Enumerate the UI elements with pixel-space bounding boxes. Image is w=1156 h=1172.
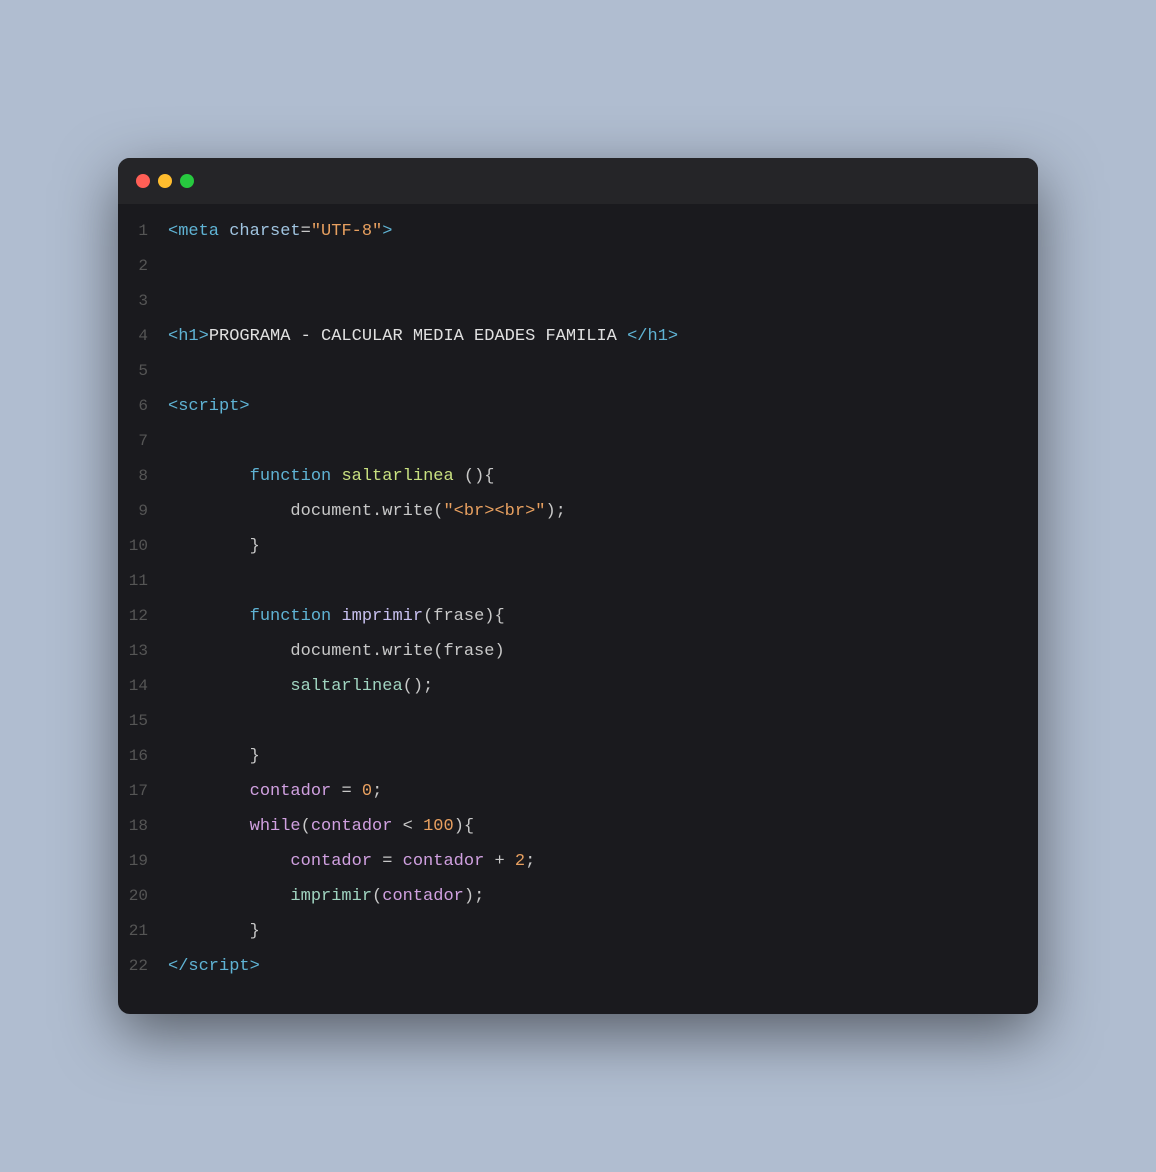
line-content: <meta charset="UTF-8"> bbox=[168, 217, 392, 247]
line-content: </script> bbox=[168, 952, 260, 982]
line-number: 9 bbox=[118, 496, 168, 526]
line-21: 21 } bbox=[118, 914, 1038, 949]
line-number: 22 bbox=[118, 951, 168, 981]
line-content: } bbox=[168, 742, 260, 772]
code-window: 1 <meta charset="UTF-8"> 2 3 4 <h1>PROGR… bbox=[118, 158, 1038, 1014]
line-number: 21 bbox=[118, 916, 168, 946]
line-content bbox=[168, 567, 178, 597]
line-14: 14 saltarlinea(); bbox=[118, 669, 1038, 704]
line-content: imprimir(contador); bbox=[168, 882, 484, 912]
line-3: 3 bbox=[118, 284, 1038, 319]
line-number: 16 bbox=[118, 741, 168, 771]
line-10: 10 } bbox=[118, 529, 1038, 564]
line-content: } bbox=[168, 917, 260, 947]
line-content: <script> bbox=[168, 392, 250, 422]
line-12: 12 function imprimir(frase){ bbox=[118, 599, 1038, 634]
line-13: 13 document.write(frase) bbox=[118, 634, 1038, 669]
line-number: 19 bbox=[118, 846, 168, 876]
line-content: <h1>PROGRAMA - CALCULAR MEDIA EDADES FAM… bbox=[168, 322, 678, 352]
line-content: while(contador < 100){ bbox=[168, 812, 474, 842]
line-number: 17 bbox=[118, 776, 168, 806]
line-content: function saltarlinea (){ bbox=[168, 462, 494, 492]
line-1: 1 <meta charset="UTF-8"> bbox=[118, 214, 1038, 249]
line-number: 4 bbox=[118, 321, 168, 351]
line-content bbox=[168, 707, 178, 737]
line-4: 4 <h1>PROGRAMA - CALCULAR MEDIA EDADES F… bbox=[118, 319, 1038, 354]
line-5: 5 bbox=[118, 354, 1038, 389]
line-content bbox=[168, 427, 178, 457]
line-17: 17 contador = 0; bbox=[118, 774, 1038, 809]
line-9: 9 document.write("<br><br>"); bbox=[118, 494, 1038, 529]
line-number: 14 bbox=[118, 671, 168, 701]
line-11: 11 bbox=[118, 564, 1038, 599]
line-number: 1 bbox=[118, 216, 168, 246]
line-number: 13 bbox=[118, 636, 168, 666]
line-7: 7 bbox=[118, 424, 1038, 459]
line-number: 12 bbox=[118, 601, 168, 631]
line-number: 3 bbox=[118, 286, 168, 316]
line-19: 19 contador = contador + 2; bbox=[118, 844, 1038, 879]
line-number: 5 bbox=[118, 356, 168, 386]
line-content: document.write("<br><br>"); bbox=[168, 497, 566, 527]
code-editor: 1 <meta charset="UTF-8"> 2 3 4 <h1>PROGR… bbox=[118, 204, 1038, 1014]
line-content: saltarlinea(); bbox=[168, 672, 433, 702]
line-number: 15 bbox=[118, 706, 168, 736]
line-15: 15 bbox=[118, 704, 1038, 739]
line-content bbox=[168, 252, 178, 282]
line-number: 18 bbox=[118, 811, 168, 841]
maximize-button[interactable] bbox=[180, 174, 194, 188]
line-18: 18 while(contador < 100){ bbox=[118, 809, 1038, 844]
line-content bbox=[168, 357, 178, 387]
line-content: document.write(frase) bbox=[168, 637, 505, 667]
minimize-button[interactable] bbox=[158, 174, 172, 188]
line-content: } bbox=[168, 532, 260, 562]
line-20: 20 imprimir(contador); bbox=[118, 879, 1038, 914]
line-number: 2 bbox=[118, 251, 168, 281]
line-16: 16 } bbox=[118, 739, 1038, 774]
line-number: 20 bbox=[118, 881, 168, 911]
line-content: contador = 0; bbox=[168, 777, 382, 807]
line-number: 10 bbox=[118, 531, 168, 561]
line-number: 11 bbox=[118, 566, 168, 596]
line-8: 8 function saltarlinea (){ bbox=[118, 459, 1038, 494]
line-number: 6 bbox=[118, 391, 168, 421]
line-6: 6 <script> bbox=[118, 389, 1038, 424]
close-button[interactable] bbox=[136, 174, 150, 188]
line-22: 22 </script> bbox=[118, 949, 1038, 984]
line-number: 7 bbox=[118, 426, 168, 456]
line-number: 8 bbox=[118, 461, 168, 491]
line-2: 2 bbox=[118, 249, 1038, 284]
line-content: contador = contador + 2; bbox=[168, 847, 535, 877]
titlebar bbox=[118, 158, 1038, 204]
line-content: function imprimir(frase){ bbox=[168, 602, 505, 632]
line-content bbox=[168, 287, 178, 317]
